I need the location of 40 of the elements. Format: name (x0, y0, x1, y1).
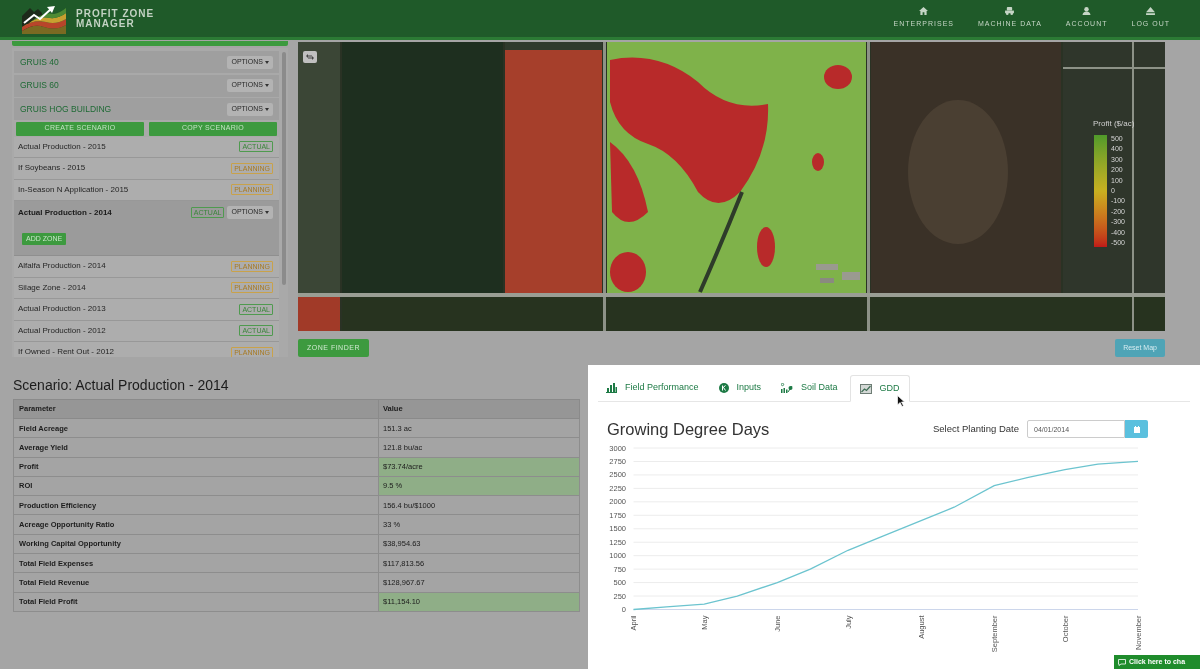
bar-chart-icon (606, 383, 617, 393)
scenario-name: Silage Zone - 2014 (18, 281, 86, 294)
farm-field-name: GRUIS 40 (20, 55, 59, 69)
farm-field-name: GRUIS 60 (20, 79, 59, 92)
arrows-icon (306, 54, 314, 60)
calendar-button[interactable] (1125, 420, 1148, 438)
tab[interactable]: Inputs (710, 375, 770, 401)
line-chart-icon (859, 383, 872, 394)
calendar-icon (1133, 425, 1140, 433)
tab[interactable]: Field Performance (598, 375, 707, 401)
tab[interactable]: Soil Data (773, 375, 846, 401)
caret-icon (265, 60, 269, 64)
map-control-button[interactable] (303, 51, 317, 63)
home-icon (919, 7, 929, 16)
scenario-title: Scenario: Actual Production - 2014 (13, 377, 230, 394)
chart-title: Growing Degree Days (607, 419, 770, 439)
scenario-name: In-Season N Application - 2015 (18, 183, 129, 196)
scenario-name: Actual Production - 2015 (18, 140, 106, 153)
date-label: Select Planting Date (932, 421, 1019, 436)
scatter-icon (781, 383, 794, 393)
person-icon (1082, 7, 1092, 16)
app-title: PROFIT ZONE MANAGER (76, 8, 155, 29)
cursor-icon (897, 395, 905, 407)
logo-icon (20, 3, 68, 34)
farm-field-name: GRUIS HOG BUILDING (20, 102, 112, 116)
scenario-name: Actual Production - 2012 (18, 324, 106, 337)
caret-icon (265, 211, 269, 214)
legend-title: Profit ($/ac) (1093, 118, 1135, 130)
scenario-name: Alfalfa Production - 2014 (18, 260, 106, 273)
scenario-name: Actual Production - 2014 (18, 206, 112, 219)
disc-icon (718, 383, 729, 393)
scenario-name: If Soybeans - 2015 (18, 162, 86, 175)
tab[interactable]: GDD (849, 375, 910, 402)
caret-icon (265, 84, 269, 87)
chat-icon (1118, 658, 1126, 666)
vehicle-icon (1005, 7, 1015, 16)
eject-icon (1146, 7, 1156, 16)
scenario-name: If Owned - Rent Out - 2012 (18, 346, 115, 357)
scenario-name: Actual Production - 2013 (18, 303, 106, 316)
caret-icon (265, 107, 269, 111)
